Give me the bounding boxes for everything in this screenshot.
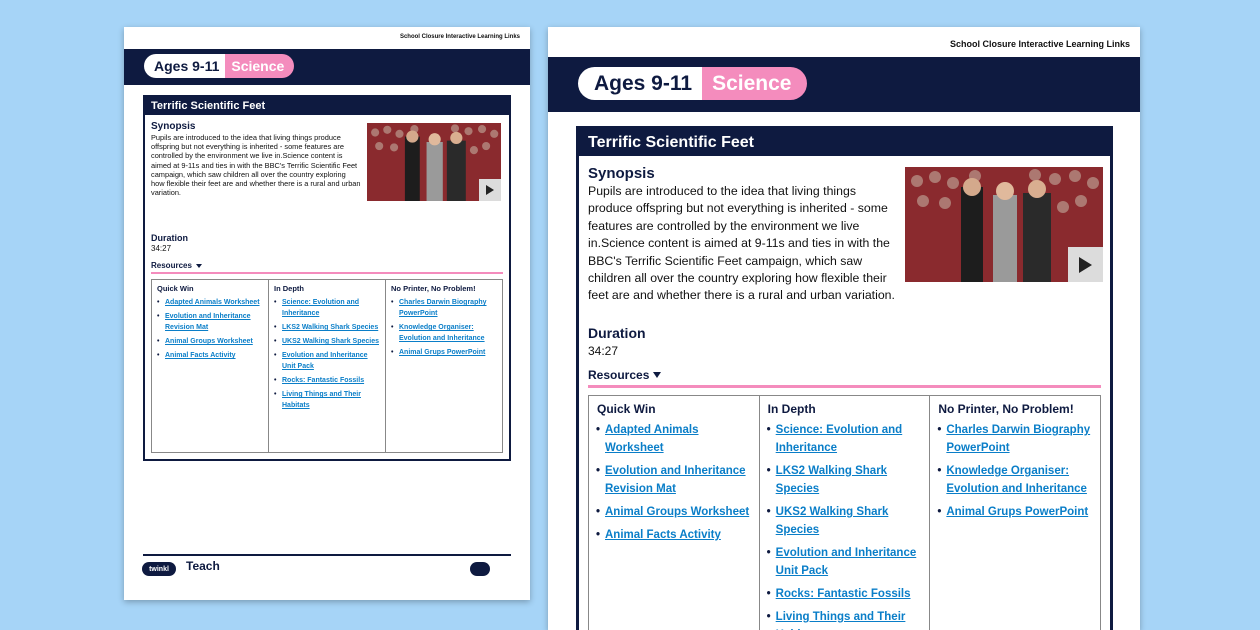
resource-link[interactable]: Science: Evolution and Inheritance — [767, 421, 922, 457]
column-title: Quick Win — [597, 402, 656, 416]
resource-link[interactable]: Animal Grups PowerPoint — [391, 347, 497, 358]
duration-value: 34:27 — [151, 244, 172, 253]
play-icon[interactable] — [1068, 247, 1103, 282]
worksheet-page-large: School Closure Interactive Learning Link… — [548, 27, 1140, 630]
column-title: In Depth — [274, 284, 304, 293]
duration-value: 34:27 — [588, 344, 619, 358]
card-title: Terrific Scientific Feet — [579, 129, 1110, 156]
synopsis-heading: Synopsis — [151, 121, 196, 132]
column-title: No Printer, No Problem! — [391, 284, 476, 293]
resource-link[interactable]: LKS2 Walking Shark Species — [767, 462, 922, 498]
resource-link[interactable]: Adapted Animals Worksheet — [596, 421, 751, 457]
resource-column-quick-win: Quick Win Adapted Animals Worksheet Evol… — [589, 396, 760, 630]
resources-label: Resources — [588, 368, 650, 382]
resource-link[interactable]: Animal Facts Activity — [157, 350, 263, 361]
resource-column-no-printer: No Printer, No Problem! Charles Darwin B… — [930, 396, 1100, 630]
video-thumbnail[interactable] — [367, 123, 501, 201]
age-subject-pill: Ages 9-11 Science — [578, 67, 808, 100]
resource-link[interactable]: Rocks: Fantastic Fossils — [767, 585, 922, 603]
resource-link[interactable]: LKS2 Walking Shark Species — [274, 322, 380, 333]
resource-link[interactable]: Living Things and Their Habitats — [767, 608, 922, 630]
resource-link[interactable]: Science: Evolution and Inheritance — [274, 297, 380, 319]
resource-link[interactable]: Animal Facts Activity — [596, 526, 751, 544]
footer-divider — [143, 554, 511, 556]
header-note: School Closure Interactive Learning Link… — [949, 39, 1130, 49]
resource-link[interactable]: Charles Darwin Biography PowerPoint — [391, 297, 497, 319]
resources-toggle[interactable]: Resources — [151, 261, 202, 270]
resource-link[interactable]: Animal Groups Worksheet — [157, 336, 263, 347]
resource-link[interactable]: Living Things and Their Habitats — [274, 389, 380, 411]
resource-link[interactable]: Evolution and Inheritance Revision Mat — [596, 462, 751, 498]
chevron-down-icon — [195, 263, 202, 268]
worksheet-page-small: School Closure Interactive Learning Link… — [124, 27, 530, 600]
resource-link[interactable]: UKS2 Walking Shark Species — [274, 336, 380, 347]
column-title: No Printer, No Problem! — [938, 402, 1074, 416]
resource-link[interactable]: Animal Grups PowerPoint — [937, 503, 1092, 521]
footer-logo-icon — [470, 562, 490, 576]
resource-link[interactable]: Animal Groups Worksheet — [596, 503, 751, 521]
resource-column-quick-win: Quick Win Adapted Animals Worksheet Evol… — [152, 280, 269, 452]
card-title: Terrific Scientific Feet — [145, 97, 509, 115]
age-label: Ages 9-11 — [578, 67, 703, 100]
bbc-teach-logo: Teach — [186, 559, 220, 573]
resource-card: Terrific Scientific Feet Synopsis Pupils… — [143, 95, 511, 461]
resource-link[interactable]: Knowledge Organiser: Evolution and Inher… — [391, 322, 497, 344]
synopsis-text: Pupils are introduced to the idea that l… — [588, 184, 895, 303]
resource-link[interactable]: UKS2 Walking Shark Species — [767, 503, 922, 539]
resources-label: Resources — [151, 261, 192, 270]
age-label: Ages 9-11 — [144, 54, 226, 78]
resource-column-in-depth: In Depth Science: Evolution and Inherita… — [760, 396, 931, 630]
chevron-down-icon — [653, 372, 662, 378]
duration-heading: Duration — [151, 233, 188, 243]
duration-heading: Duration — [588, 325, 646, 341]
subject-label: Science — [225, 54, 295, 78]
resources-divider — [151, 272, 503, 274]
synopsis-text: Pupils are introduced to the idea that l… — [151, 133, 361, 198]
resource-column-no-printer: No Printer, No Problem! Charles Darwin B… — [386, 280, 502, 452]
resource-link[interactable]: Evolution and Inheritance Unit Pack — [274, 350, 380, 372]
resource-link[interactable]: Knowledge Organiser: Evolution and Inher… — [937, 462, 1092, 498]
header-note: School Closure Interactive Learning Link… — [399, 34, 520, 40]
resource-link[interactable]: Evolution and Inheritance Revision Mat — [157, 311, 263, 333]
resource-link[interactable]: Adapted Animals Worksheet — [157, 297, 263, 308]
resource-link[interactable]: Evolution and Inheritance Unit Pack — [767, 544, 922, 580]
resource-link[interactable]: Rocks: Fantastic Fossils — [274, 375, 380, 386]
column-title: Quick Win — [157, 284, 194, 293]
header-band: Ages 9-11 Science — [124, 49, 530, 85]
synopsis-heading: Synopsis — [588, 165, 655, 182]
resources-divider — [588, 385, 1101, 388]
play-icon[interactable] — [479, 179, 501, 201]
subject-label: Science — [702, 67, 808, 100]
resources-table: Quick Win Adapted Animals Worksheet Evol… — [151, 279, 503, 453]
resource-card: Terrific Scientific Feet Synopsis Pupils… — [576, 126, 1113, 630]
twinkl-logo: twinkl — [142, 562, 176, 576]
resources-toggle[interactable]: Resources — [588, 368, 662, 382]
resource-link[interactable]: Charles Darwin Biography PowerPoint — [937, 421, 1092, 457]
resources-table: Quick Win Adapted Animals Worksheet Evol… — [588, 395, 1101, 630]
header-band: Ages 9-11 Science — [548, 57, 1140, 112]
video-thumbnail[interactable] — [905, 167, 1103, 282]
column-title: In Depth — [767, 402, 816, 416]
age-subject-pill: Ages 9-11 Science — [144, 54, 295, 78]
resource-column-in-depth: In Depth Science: Evolution and Inherita… — [269, 280, 386, 452]
